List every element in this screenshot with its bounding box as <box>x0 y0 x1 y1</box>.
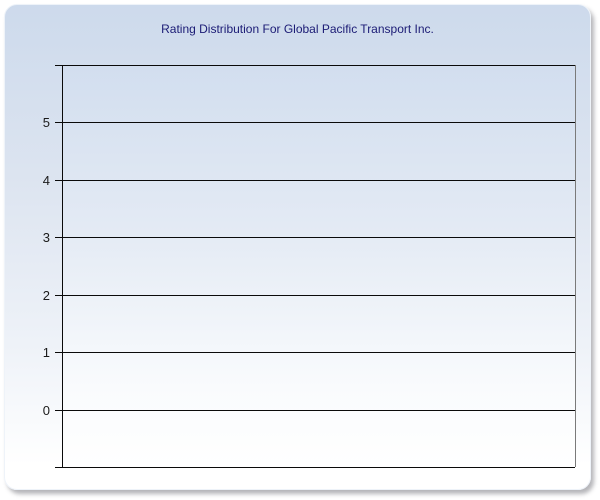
plot-area: 5 4 3 2 1 0 <box>43 65 576 468</box>
chart-title: Rating Distribution For Global Pacific T… <box>161 22 434 36</box>
y-tick-label-5: 5 <box>42 115 50 130</box>
gridline-y-0 <box>62 410 575 411</box>
y-axis-tick <box>55 295 62 296</box>
y-axis-tick <box>55 237 62 238</box>
y-axis-tick <box>55 352 62 353</box>
chart-panel: Rating Distribution For Global Pacific T… <box>4 4 591 490</box>
y-tick-label-4: 4 <box>42 173 50 188</box>
gridline-y--1 <box>62 467 575 468</box>
gridline-y-2 <box>62 295 575 296</box>
y-axis-tick <box>55 467 62 468</box>
gridline-y-1 <box>62 352 575 353</box>
y-axis-tick <box>55 65 62 66</box>
gridline-y-4 <box>62 180 575 181</box>
gridline-y-5 <box>62 122 575 123</box>
gridline-y-3 <box>62 237 575 238</box>
y-axis-line <box>62 65 63 467</box>
y-tick-label-3: 3 <box>42 230 50 245</box>
y-axis-tick <box>55 122 62 123</box>
y-axis-tick <box>55 410 62 411</box>
y-tick-label-0: 0 <box>42 403 50 418</box>
y-tick-label-1: 1 <box>42 345 50 360</box>
gridline-y-6 <box>62 65 575 66</box>
y-tick-label-2: 2 <box>42 288 50 303</box>
y-axis-tick <box>55 180 62 181</box>
